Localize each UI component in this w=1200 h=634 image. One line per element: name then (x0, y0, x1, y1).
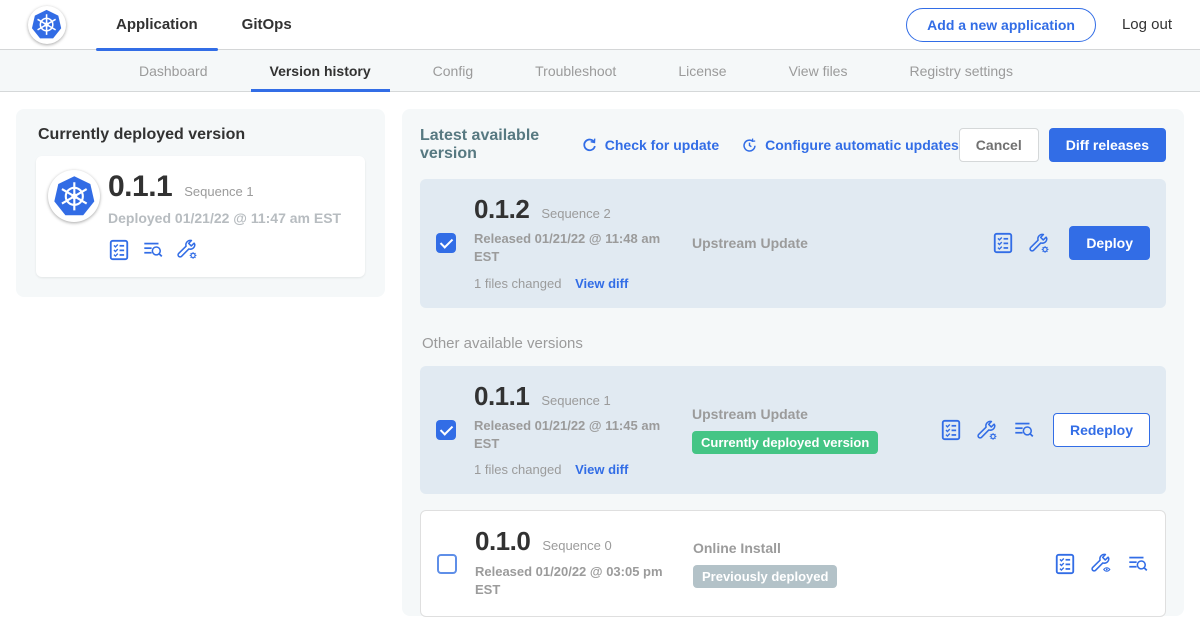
wrench-gear-icon[interactable] (976, 419, 999, 442)
subnav-tab-dashboard-label: Dashboard (139, 63, 208, 79)
version-checkbox-0-1-0[interactable] (437, 554, 457, 574)
files-changed-line: 1 files changed View diff (474, 276, 670, 291)
released-timestamp: Released 01/21/22 @ 11:45 am EST (474, 417, 670, 453)
files-changed-count: 1 files changed (474, 276, 561, 291)
top-nav-tabs: Application GitOps (94, 0, 314, 50)
subnav-tab-config[interactable]: Config (402, 50, 504, 91)
version-history-panel: Latest available version Check for updat… (402, 109, 1184, 616)
deployed-sequence-label: Sequence 1 (184, 184, 253, 199)
subnav-tab-license-label: License (678, 63, 726, 79)
subnav-tab-troubleshoot-label: Troubleshoot (535, 63, 616, 79)
previously-deployed-badge: Previously deployed (693, 565, 837, 588)
kubernetes-logo (28, 6, 66, 44)
sequence-label: Sequence 2 (541, 206, 610, 221)
version-source: Upstream Update (692, 235, 940, 251)
subnav-tab-view-files[interactable]: View files (758, 50, 879, 91)
tab-gitops-label: GitOps (242, 16, 292, 33)
latest-version-header: Latest available version Check for updat… (420, 127, 1166, 163)
deploy-logs-icon[interactable] (1127, 553, 1149, 575)
view-diff-link[interactable]: View diff (575, 462, 628, 477)
subnav-tab-version-history-label: Version history (270, 63, 371, 79)
redeploy-button[interactable]: Redeploy (1053, 413, 1150, 447)
other-versions-heading: Other available versions (422, 335, 1166, 352)
files-changed-count: 1 files changed (474, 462, 561, 477)
check-for-update-label: Check for update (605, 137, 719, 153)
main-content: Currently deployed version 0.1.1 Sequenc… (0, 92, 1200, 616)
released-timestamp: Released 01/21/22 @ 11:48 am EST (474, 230, 670, 266)
version-row-0-1-1: 0.1.1 Sequence 1 Released 01/21/22 @ 11:… (420, 366, 1166, 495)
logout-link[interactable]: Log out (1122, 16, 1172, 33)
view-diff-link[interactable]: View diff (575, 276, 628, 291)
source-label: Online Install (693, 540, 941, 556)
app-kubernetes-icon (48, 170, 100, 222)
source-label: Upstream Update (692, 235, 940, 251)
version-checkbox-0-1-1[interactable] (436, 420, 456, 440)
deploy-button[interactable]: Deploy (1069, 226, 1150, 260)
subnav-tab-license[interactable]: License (647, 50, 757, 91)
subnav-tab-registry-settings-label: Registry settings (909, 63, 1012, 79)
clock-arrows-icon (741, 137, 758, 154)
sequence-label: Sequence 1 (541, 393, 610, 408)
wrench-gear-icon[interactable] (176, 238, 199, 261)
version-source: Online Install Previously deployed (693, 540, 941, 588)
version-row-0-1-0: 0.1.0 Sequence 0 Released 01/20/22 @ 03:… (420, 510, 1166, 617)
deployed-version-number: 0.1.1 (108, 170, 172, 203)
sequence-label: Sequence 0 (542, 538, 611, 553)
version-info: 0.1.0 Sequence 0 Released 01/20/22 @ 03:… (475, 528, 671, 599)
version-info: 0.1.2 Sequence 2 Released 01/21/22 @ 11:… (474, 196, 670, 291)
currently-deployed-badge: Currently deployed version (692, 431, 878, 454)
wrench-gear-icon[interactable] (1028, 232, 1051, 255)
subnav-tab-view-files-label: View files (789, 63, 848, 79)
source-label: Upstream Update (692, 406, 940, 422)
version-source: Upstream Update Currently deployed versi… (692, 406, 940, 454)
tab-application-label: Application (116, 16, 198, 33)
tab-gitops[interactable]: GitOps (220, 0, 314, 50)
top-nav-right: Add a new application Log out (906, 8, 1172, 42)
released-timestamp: Released 01/20/22 @ 03:05 pm EST (475, 563, 671, 599)
preflight-checklist-icon[interactable] (1054, 553, 1076, 575)
preflight-checklist-icon[interactable] (940, 419, 962, 441)
latest-version-title: Latest available version (420, 127, 559, 163)
app-subnav: Dashboard Version history Config Trouble… (0, 50, 1200, 92)
deploy-logs-icon[interactable] (1013, 419, 1035, 441)
deployed-version-card: 0.1.1 Sequence 1 Deployed 01/21/22 @ 11:… (36, 156, 365, 277)
deployed-version-actions (108, 238, 341, 261)
preflight-checklist-icon[interactable] (992, 232, 1014, 254)
deployed-timestamp: Deployed 01/21/22 @ 11:47 am EST (108, 210, 341, 226)
configure-automatic-updates-link[interactable]: Configure automatic updates (741, 137, 959, 154)
preflight-checklist-icon[interactable] (108, 239, 130, 261)
version-row-0-1-2: 0.1.2 Sequence 2 Released 01/21/22 @ 11:… (420, 179, 1166, 308)
version-info: 0.1.1 Sequence 1 Released 01/21/22 @ 11:… (474, 383, 670, 478)
cancel-button[interactable]: Cancel (959, 128, 1039, 162)
add-new-application-button[interactable]: Add a new application (906, 8, 1096, 42)
version-number: 0.1.1 (474, 383, 529, 410)
deployed-version-body: 0.1.1 Sequence 1 Deployed 01/21/22 @ 11:… (108, 170, 341, 261)
subnav-tab-config-label: Config (433, 63, 473, 79)
configure-automatic-updates-label: Configure automatic updates (765, 137, 959, 153)
files-changed-line: 1 files changed View diff (474, 462, 670, 477)
currently-deployed-panel: Currently deployed version 0.1.1 Sequenc… (16, 109, 385, 297)
version-actions: Redeploy (940, 413, 1150, 447)
currently-deployed-title: Currently deployed version (38, 126, 365, 144)
check-for-update-link[interactable]: Check for update (581, 137, 719, 154)
wrench-eye-icon[interactable] (1090, 552, 1113, 575)
version-actions (1054, 552, 1149, 575)
version-number: 0.1.2 (474, 196, 529, 223)
subnav-tab-version-history[interactable]: Version history (239, 50, 402, 91)
subnav-tab-dashboard[interactable]: Dashboard (108, 50, 239, 91)
version-number: 0.1.0 (475, 528, 530, 555)
diff-releases-button[interactable]: Diff releases (1049, 128, 1166, 162)
version-checkbox-0-1-2[interactable] (436, 233, 456, 253)
version-actions: Deploy (992, 226, 1150, 260)
deploy-logs-icon[interactable] (142, 239, 164, 261)
refresh-icon (581, 137, 598, 154)
subnav-tab-troubleshoot[interactable]: Troubleshoot (504, 50, 647, 91)
top-navbar: Application GitOps Add a new application… (0, 0, 1200, 50)
subnav-tab-registry-settings[interactable]: Registry settings (878, 50, 1043, 91)
tab-application[interactable]: Application (94, 0, 220, 50)
